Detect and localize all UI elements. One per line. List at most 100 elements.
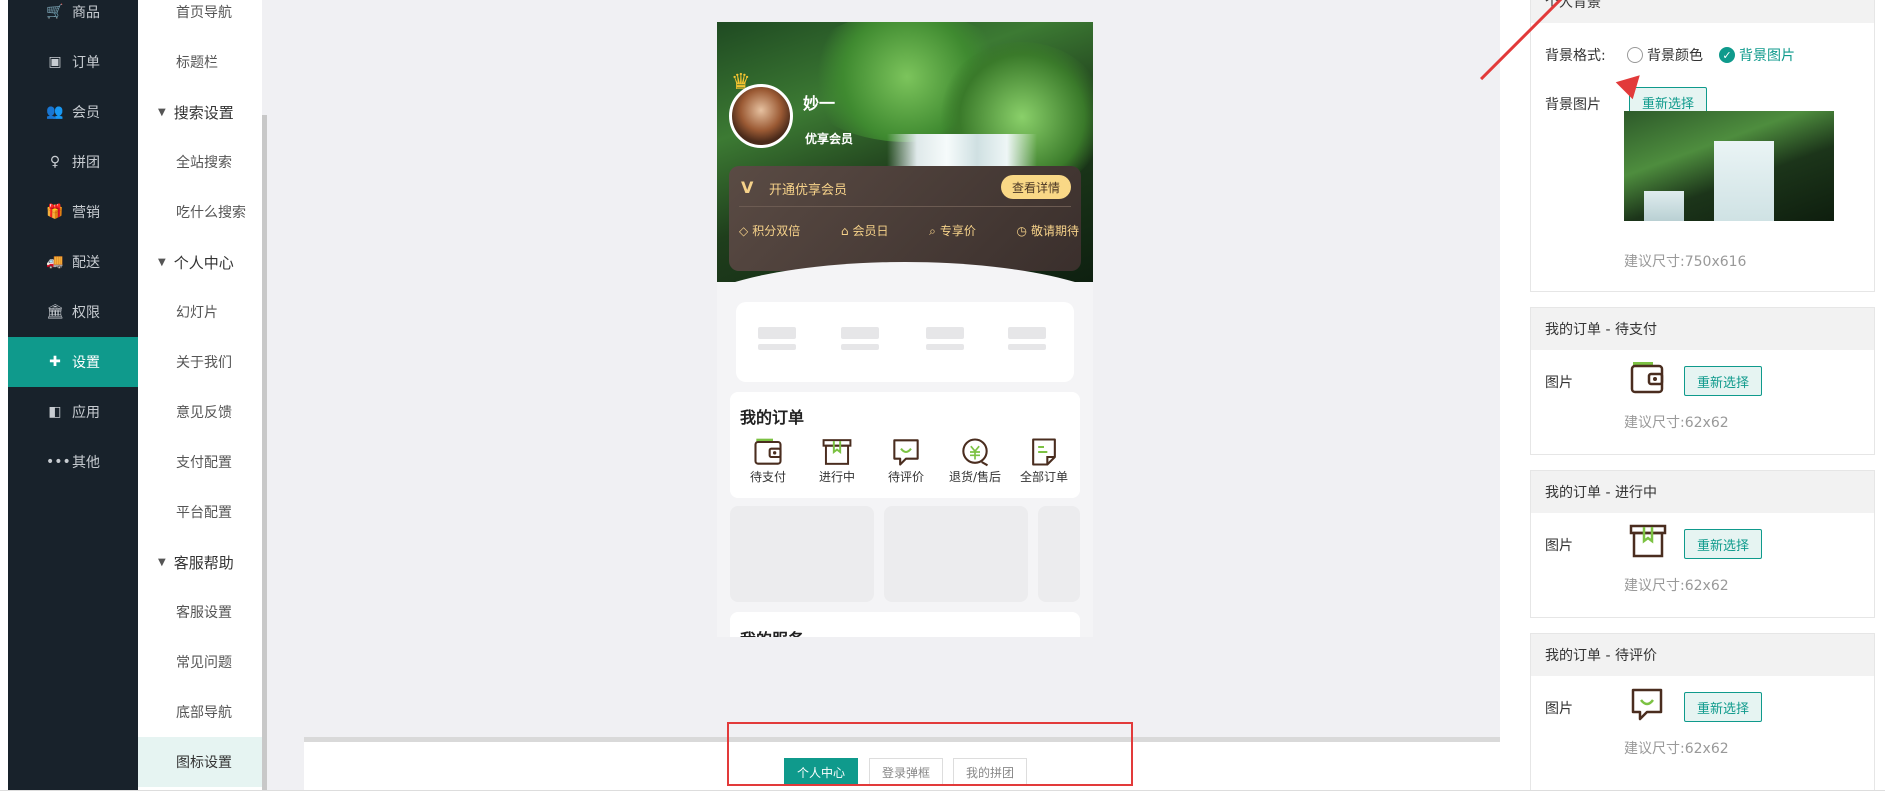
- nav-item[interactable]: ••• 其他: [8, 437, 138, 487]
- promo-cards: [730, 506, 1080, 602]
- nav-item[interactable]: ✚ 设置: [8, 337, 138, 387]
- submenu-item[interactable]: 幻灯片: [138, 287, 262, 337]
- phone-preview: ♛ 妙一 优享会员 V 开通优享会员 查看详情 ◇ 积分双倍 ⌂ 会员日 ⌕ 专享价 ◷ 敬请…: [717, 22, 1093, 637]
- caret-down-icon: ▼: [158, 556, 166, 568]
- submenu-item[interactable]: 全站搜索: [138, 137, 262, 187]
- radio-bg-color[interactable]: 背景颜色: [1627, 45, 1703, 65]
- nav-item[interactable]: 🛒 商品: [8, 0, 138, 37]
- vip-perks: ◇ 积分双倍 ⌂ 会员日 ⌕ 专享价 ◷ 敬请期待: [739, 222, 1079, 239]
- profile-hero: ♛ 妙一 优享会员 V 开通优享会员 查看详情 ◇ 积分双倍 ⌂ 会员日 ⌕ 专享价 ◷ 敬请…: [717, 22, 1093, 282]
- vip-perk: ◇ 积分双倍: [739, 222, 800, 239]
- nav-item-label: 会员: [72, 105, 100, 121]
- submenu-item[interactable]: 首页导航: [138, 0, 262, 37]
- my-services-card: 我的服务: [730, 612, 1080, 637]
- nav-item[interactable]: ♀ 拼团: [8, 137, 138, 187]
- tag-icon: ⌕: [929, 224, 936, 238]
- submenu-item[interactable]: 支付配置: [138, 437, 262, 487]
- submenu-item[interactable]: 图标设置: [138, 737, 262, 787]
- vip-perk: ◷ 敬请期待: [1016, 222, 1079, 239]
- stat-placeholder: [841, 327, 879, 339]
- promo-card[interactable]: [1038, 506, 1080, 602]
- promo-card[interactable]: [884, 506, 1028, 602]
- vip-detail-button[interactable]: 查看详情: [1001, 175, 1071, 199]
- stat-placeholder: [758, 327, 796, 339]
- box-icon: [1629, 523, 1667, 563]
- submenu-label: 客服设置: [176, 605, 232, 621]
- nav-item-label: 应用: [72, 405, 100, 421]
- section-title: 我的订单 - 待评价: [1531, 634, 1874, 676]
- radio-bg-image[interactable]: ✓ 背景图片: [1719, 45, 1795, 65]
- order-shortcut-label: 待支付: [749, 470, 786, 484]
- stat-placeholder: [758, 344, 796, 350]
- submenu-label: 客服帮助: [173, 553, 234, 572]
- nav-item[interactable]: ◧ 应用: [8, 387, 138, 437]
- submenu-label: 常见问题: [176, 655, 232, 671]
- vip-perk: ⌂ 会员日: [841, 222, 889, 239]
- order-shortcut-label: 待评价: [887, 470, 924, 484]
- order-icon: ▣: [48, 54, 62, 70]
- reselect-button[interactable]: 重新选择: [1684, 366, 1763, 396]
- stat-placeholder: [926, 344, 964, 350]
- puzzle-icon: ✚: [49, 354, 61, 370]
- nav-item[interactable]: 🚚 配送: [8, 237, 138, 287]
- cart-icon: 🛒: [46, 4, 64, 20]
- diamond-icon: ◇: [739, 224, 749, 238]
- nav-item-label: 拼团: [72, 155, 100, 171]
- nav-item-label: 配送: [72, 255, 100, 271]
- order-shortcut[interactable]: 全部订单: [1012, 436, 1076, 485]
- submenu-group[interactable]: ▼ 搜索设置: [138, 87, 262, 137]
- submenu-label: 搜索设置: [173, 103, 234, 122]
- submenu-item[interactable]: 底部导航: [138, 687, 262, 737]
- wallet-icon: [1629, 360, 1665, 400]
- document-icon: [1012, 436, 1076, 468]
- avatar[interactable]: [729, 84, 793, 148]
- reselect-button[interactable]: 重新选择: [1684, 529, 1763, 559]
- caret-down-icon: ▼: [158, 106, 166, 118]
- my-orders-title: 我的订单: [740, 408, 805, 427]
- nav-item-label: 营销: [72, 205, 100, 221]
- refund-icon: [943, 436, 1007, 468]
- stat-placeholder: [841, 344, 879, 350]
- nav-item[interactable]: 🎁 营销: [8, 187, 138, 237]
- section-title: 我的订单 - 进行中: [1531, 471, 1874, 513]
- left-edge: [0, 0, 8, 797]
- members-icon: 👥: [46, 104, 64, 120]
- submenu-item[interactable]: 吃什么搜索: [138, 187, 262, 237]
- submenu-item[interactable]: 客服设置: [138, 587, 262, 637]
- vip-card[interactable]: V 开通优享会员 查看详情 ◇ 积分双倍 ⌂ 会员日 ⌕ 专享价 ◷ 敬请期待: [729, 166, 1081, 271]
- comment-icon: [1629, 686, 1665, 726]
- vip-title: 开通优享会员: [769, 183, 848, 198]
- order-shortcut[interactable]: 进行中: [805, 436, 869, 485]
- lock-icon: ⌂: [840, 224, 849, 238]
- nav-item[interactable]: 🏛 权限: [8, 287, 138, 337]
- submenu-label: 底部导航: [176, 705, 232, 721]
- app-window: 🛒 商品 ▣ 订单 👥 会员 ♀ 拼团 🎁 营销 🚚 配送 🏛 权限 ✚ 设置 ◧ 应用 ••• 其他 首页导航 标题栏…: [0, 0, 1885, 797]
- submenu-label: 关于我们: [176, 355, 232, 371]
- submenu-label: 幻灯片: [176, 305, 218, 321]
- submenu-label: 意见反馈: [176, 405, 232, 421]
- submenu-group[interactable]: ▼ 客服帮助: [138, 537, 262, 587]
- user-name: 妙一: [803, 94, 836, 113]
- nav-item[interactable]: ▣ 订单: [8, 37, 138, 87]
- vip-perk: ⌕ 专享价: [929, 222, 976, 239]
- reselect-button[interactable]: 重新选择: [1684, 692, 1763, 722]
- order-shortcut[interactable]: 退货/售后: [943, 436, 1007, 485]
- app-icon: ◧: [48, 404, 62, 420]
- order-shortcut[interactable]: 待支付: [736, 436, 800, 485]
- submenu-group[interactable]: ▼ 个人中心: [138, 237, 262, 287]
- box-icon: [805, 436, 869, 468]
- section-title: 个人背景: [1531, 0, 1874, 23]
- submenu-item[interactable]: 关于我们: [138, 337, 262, 387]
- radio-bg-color-label: 背景颜色: [1647, 48, 1703, 64]
- submenu-item[interactable]: 平台配置: [138, 487, 262, 537]
- submenu-item[interactable]: 标题栏: [138, 37, 262, 87]
- wallet-icon: [736, 436, 800, 468]
- nav-item[interactable]: 👥 会员: [8, 87, 138, 137]
- order-shortcut[interactable]: 待评价: [874, 436, 938, 485]
- vip-perk-label: 会员日: [852, 224, 889, 238]
- submenu-label: 平台配置: [176, 505, 232, 521]
- promo-card[interactable]: [730, 506, 874, 602]
- stat-placeholder: [1008, 327, 1046, 339]
- submenu-item[interactable]: 常见问题: [138, 637, 262, 687]
- submenu-item[interactable]: 意见反馈: [138, 387, 262, 437]
